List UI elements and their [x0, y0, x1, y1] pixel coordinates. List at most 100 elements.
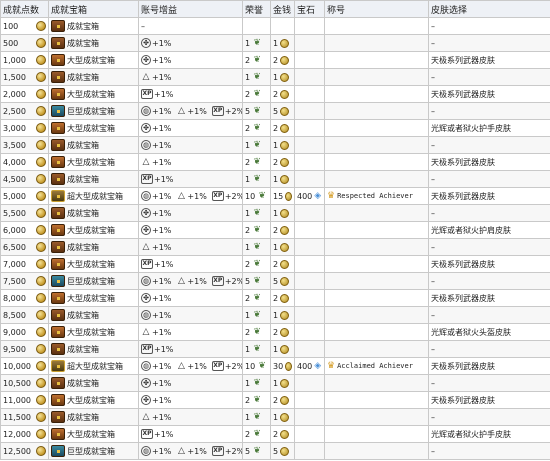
- gems-cell: [294, 442, 325, 460]
- achievement-coin-icon: [36, 259, 46, 269]
- chest-cell: 成就宝箱: [48, 170, 139, 188]
- achievement-coin-icon: [36, 225, 46, 235]
- bonus-item: XP +1%: [141, 429, 173, 439]
- gold-value: 2: [273, 395, 279, 405]
- skin-cell: –: [428, 102, 550, 120]
- bonus-item: ◍ +1%: [141, 446, 171, 456]
- gold-find-icon: △: [177, 106, 185, 116]
- points-value: 1,000: [3, 55, 26, 65]
- points-value: 6,000: [3, 225, 26, 235]
- chest-cell: 成就宝箱: [48, 408, 139, 426]
- gold-value: 1: [273, 412, 279, 422]
- chest-cell: 大型成就宝箱: [48, 221, 139, 239]
- title-cell: [324, 34, 429, 52]
- chest-cell: 超大型成就宝箱: [48, 357, 139, 375]
- gold-value: 30: [273, 361, 284, 371]
- achievement-coin-icon: [36, 310, 46, 320]
- gold-cell: 5: [270, 272, 295, 290]
- skin-value: –: [431, 21, 435, 31]
- gold-value: 2: [273, 293, 279, 303]
- honor-value: 1: [245, 378, 251, 388]
- gold-value: 1: [273, 242, 279, 252]
- gold-find-icon: △: [177, 276, 185, 286]
- account-bonus-cell: ✤ +1%: [138, 204, 243, 222]
- bonus-value: +1%: [152, 123, 172, 133]
- chest-cell: 大型成就宝箱: [48, 289, 139, 307]
- bonus-value: +1%: [152, 38, 172, 48]
- title-cell: [324, 442, 429, 460]
- points-value: 3,000: [3, 123, 26, 133]
- skin-value: –: [431, 344, 435, 354]
- chest-name: 成就宝箱: [67, 242, 99, 252]
- points-cell: 7,000: [0, 255, 49, 273]
- header-account-bonus: 账号增益: [138, 0, 243, 18]
- bonus-item: ✤ +1%: [141, 395, 171, 405]
- table-row: 12,500 巨型成就宝箱 ◍ +1% △ +1% XP +2% 5 ❦ 5–: [0, 442, 550, 460]
- honor-value: 5: [245, 446, 251, 456]
- gems-cell: [294, 68, 325, 86]
- chest-cell: 成就宝箱: [48, 34, 139, 52]
- gold-coin-icon: [280, 106, 290, 116]
- chest-name: 成就宝箱: [67, 174, 99, 184]
- gems-cell: [294, 391, 325, 409]
- laurel-icon: ❦: [253, 259, 261, 269]
- points-value: 4,000: [3, 157, 26, 167]
- honor-value: 5: [245, 106, 251, 116]
- account-bonus-cell: ◍ +1% △ +1% XP +2%: [138, 442, 243, 460]
- chest-name: 大型成就宝箱: [67, 55, 115, 65]
- honor-value: 1: [245, 208, 251, 218]
- skin-value: –: [431, 378, 435, 388]
- skin-value: –: [431, 38, 435, 48]
- table-row: 6,500 成就宝箱 △ +1% 1 ❦ 1–: [0, 238, 550, 256]
- large-chest-icon: [51, 54, 65, 66]
- honor-value: 1: [245, 310, 251, 320]
- gold-value: 2: [273, 225, 279, 235]
- skin-cell: –: [428, 272, 550, 290]
- gold-coin-icon: [280, 225, 290, 235]
- honor-cell: 2 ❦: [242, 221, 271, 239]
- honor-value: 10: [245, 191, 256, 201]
- gems-cell: [294, 34, 325, 52]
- skin-value: –: [431, 412, 435, 422]
- xp-icon: XP: [211, 446, 224, 456]
- gold-coin-icon: [280, 412, 290, 422]
- large-chest-icon: [51, 156, 65, 168]
- chest-name: 成就宝箱: [67, 208, 99, 218]
- gold-value: 1: [273, 208, 279, 218]
- points-cell: 5,500: [0, 204, 49, 222]
- skin-cell: –: [428, 238, 550, 256]
- honor-cell: 1 ❦: [242, 238, 271, 256]
- honor-value: 2: [245, 89, 251, 99]
- title-cell: [324, 17, 429, 35]
- gems-cell: [294, 306, 325, 324]
- chest-cell: 成就宝箱: [48, 306, 139, 324]
- skin-value: 天极系列武器皮肤: [431, 55, 495, 65]
- gold-coin-icon: [280, 293, 290, 303]
- account-bonus-cell: △ +1%: [138, 153, 243, 171]
- gem-icon: ◈: [314, 361, 322, 371]
- bonus-value: +1%: [152, 72, 172, 82]
- bonus-value: +1%: [152, 55, 172, 65]
- points-cell: 1,000: [0, 51, 49, 69]
- gems-cell: [294, 408, 325, 426]
- bonus-value: +1%: [187, 191, 207, 201]
- skin-cell: 天极系列武器皮肤: [428, 187, 550, 205]
- skin-value: 光辉或者狱火护肩皮肤: [431, 225, 511, 235]
- table-row: 2,000 大型成就宝箱 XP +1% 2 ❦ 2 天极系列武器皮肤: [0, 85, 550, 103]
- gems-cell: [294, 323, 325, 341]
- magic-find-icon: ◍: [141, 140, 151, 150]
- account-bonus-cell: XP +1%: [138, 425, 243, 443]
- account-bonus-cell: ✤ +1%: [138, 374, 243, 392]
- gold-cell: 2: [270, 51, 295, 69]
- chest-name: 大型成就宝箱: [67, 123, 115, 133]
- skin-value: 天极系列武器皮肤: [431, 395, 495, 405]
- gold-value: 1: [273, 310, 279, 320]
- bonus-value: +2%: [224, 446, 243, 456]
- gold-cell: 2: [270, 153, 295, 171]
- large-chest-icon: [51, 326, 65, 338]
- laurel-icon: ❦: [253, 293, 261, 303]
- gold-coin-icon: [280, 276, 290, 286]
- account-bonus-cell: ✤ +1%: [138, 289, 243, 307]
- points-value: 9,000: [3, 327, 26, 337]
- chest-name: 成就宝箱: [67, 72, 99, 82]
